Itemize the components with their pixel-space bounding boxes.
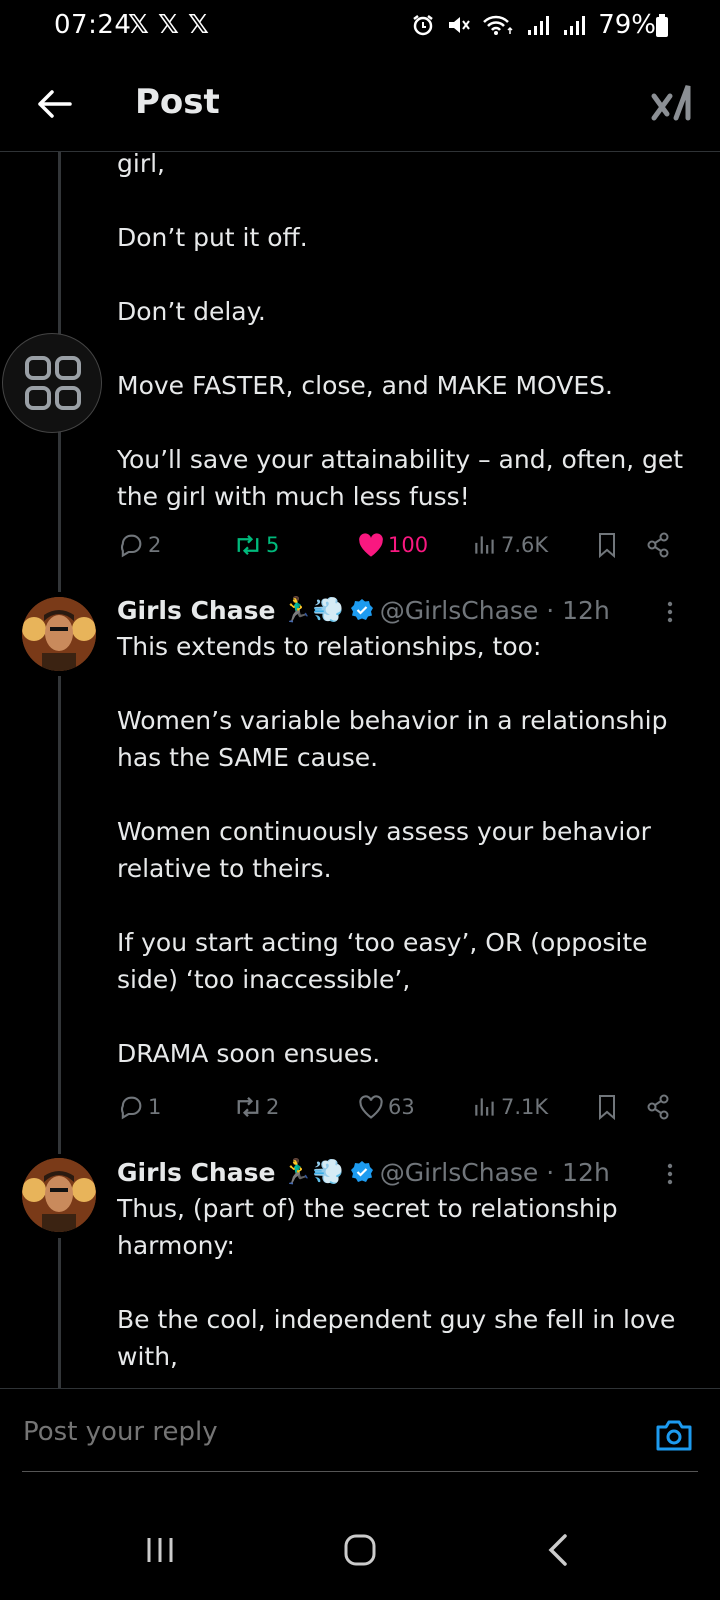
heart-icon bbox=[359, 1095, 383, 1119]
repost-icon bbox=[237, 534, 259, 556]
status-time: 07:24 bbox=[54, 10, 132, 40]
bookmark-icon[interactable] bbox=[595, 1089, 619, 1125]
views-button[interactable]: 7.6K bbox=[472, 527, 548, 563]
repost-button[interactable]: 5 bbox=[233, 527, 279, 563]
reply-icon bbox=[121, 534, 142, 558]
reply-button[interactable]: 2 bbox=[117, 527, 161, 563]
x-notification-icon: 𝕏 bbox=[188, 10, 209, 40]
spaces-button[interactable] bbox=[2, 333, 102, 433]
top-app-bar: Post bbox=[0, 60, 720, 152]
reply-count: 1 bbox=[148, 1095, 162, 1119]
reply-count: 2 bbox=[148, 533, 162, 557]
views-icon bbox=[475, 536, 494, 554]
like-count: 100 bbox=[388, 533, 429, 557]
more-options-icon[interactable] bbox=[660, 1156, 680, 1192]
author-emoji: 🏃‍♂️💨 bbox=[281, 1157, 344, 1186]
wifi-icon bbox=[483, 15, 513, 35]
repost-count: 2 bbox=[266, 1095, 280, 1119]
battery-icon bbox=[656, 14, 668, 37]
home-icon[interactable] bbox=[338, 1528, 382, 1572]
camera-icon[interactable] bbox=[654, 1415, 694, 1455]
post-header: Girls Chase 🏃‍♂️💨 @GirlsChase · 12h bbox=[117, 592, 677, 628]
spaces-icon bbox=[25, 356, 81, 410]
recent-apps-icon[interactable] bbox=[138, 1528, 182, 1572]
reply-input-underline bbox=[22, 1471, 698, 1472]
author-handle-time: @GirlsChase · 12h bbox=[379, 1157, 610, 1187]
avatar[interactable] bbox=[22, 1158, 96, 1232]
view-count: 7.1K bbox=[501, 1095, 549, 1119]
share-icon[interactable] bbox=[645, 1089, 671, 1125]
like-count: 63 bbox=[388, 1095, 415, 1119]
reply-icon bbox=[121, 1096, 142, 1120]
status-icons: 79% bbox=[410, 10, 656, 40]
author-name[interactable]: Girls Chase bbox=[117, 1158, 275, 1187]
x-notification-icon: 𝕏 bbox=[158, 10, 179, 40]
heart-filled-icon bbox=[359, 533, 383, 557]
battery-percent: 79% bbox=[598, 10, 656, 40]
post-actions: 1 2 63 7.1K bbox=[117, 1089, 687, 1125]
x-notification-icon: 𝕏 bbox=[128, 10, 149, 40]
avatar[interactable] bbox=[22, 597, 96, 671]
system-nav-bar bbox=[0, 1500, 720, 1600]
repost-count: 5 bbox=[266, 533, 280, 557]
reply-button[interactable]: 1 bbox=[117, 1089, 161, 1125]
grok-icon[interactable] bbox=[648, 78, 696, 126]
status-bar: 07:24 𝕏 𝕏 𝕏 79% bbox=[0, 0, 720, 52]
author-name[interactable]: Girls Chase bbox=[117, 596, 275, 625]
back-nav-icon[interactable] bbox=[538, 1528, 582, 1572]
post-actions: 2 5 100 7.6K bbox=[117, 527, 687, 563]
author-emoji: 🏃‍♂️💨 bbox=[281, 595, 344, 624]
views-icon bbox=[475, 1098, 494, 1116]
avatar-image bbox=[22, 597, 96, 671]
alarm-icon bbox=[413, 15, 433, 36]
repost-button[interactable]: 2 bbox=[233, 1089, 279, 1125]
like-button[interactable]: 63 bbox=[357, 1089, 415, 1125]
signal-icon bbox=[564, 16, 586, 35]
repost-icon bbox=[237, 1096, 259, 1118]
more-options-icon[interactable] bbox=[660, 594, 680, 630]
mute-icon bbox=[449, 17, 471, 33]
post-text: girl, Don’t put it off. Don’t delay. Mov… bbox=[117, 149, 684, 511]
page-title: Post bbox=[135, 82, 220, 122]
verified-badge-icon bbox=[350, 1161, 373, 1182]
bookmark-icon[interactable] bbox=[595, 527, 619, 563]
thread-line bbox=[58, 1238, 61, 1388]
signal-icon bbox=[528, 16, 550, 35]
thread-line bbox=[58, 676, 61, 1154]
reply-input[interactable] bbox=[23, 1417, 583, 1447]
avatar-image bbox=[22, 1158, 96, 1232]
author-handle-time: @GirlsChase · 12h bbox=[379, 595, 610, 625]
views-button[interactable]: 7.1K bbox=[472, 1089, 548, 1125]
verified-badge-icon bbox=[350, 599, 373, 620]
post-text: This extends to relationships, too: Wome… bbox=[117, 632, 668, 1068]
reply-bar bbox=[0, 1388, 720, 1500]
post-text: Thus, (part of) the secret to relationsh… bbox=[117, 1194, 676, 1371]
view-count: 7.6K bbox=[501, 533, 549, 557]
back-arrow-icon[interactable] bbox=[30, 80, 78, 128]
like-button[interactable]: 100 bbox=[357, 527, 428, 563]
post-header: Girls Chase 🏃‍♂️💨 @GirlsChase · 12h bbox=[117, 1154, 677, 1190]
share-icon[interactable] bbox=[645, 527, 671, 563]
